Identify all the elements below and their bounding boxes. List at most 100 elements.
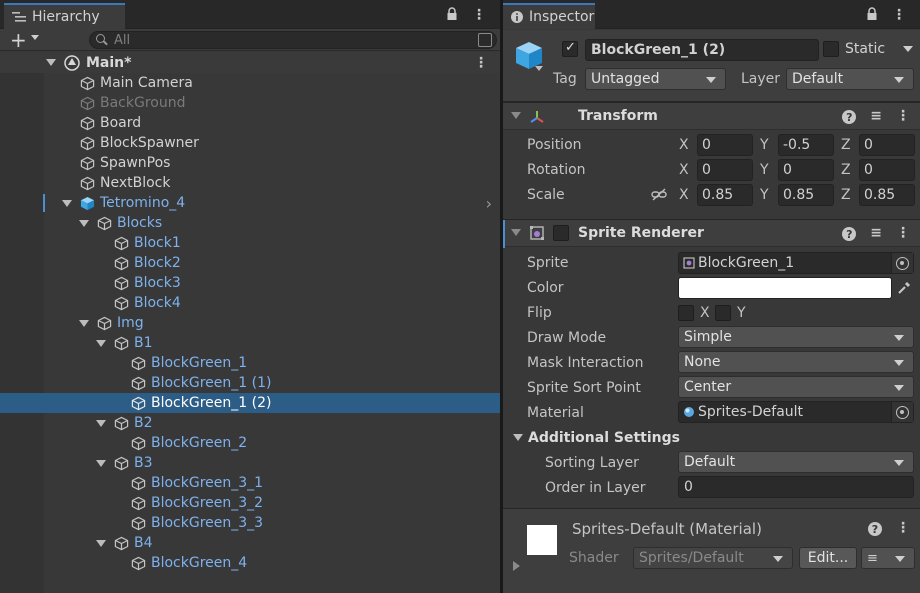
hierarchy-item[interactable]: B1 [0, 333, 500, 353]
scene-expand-triangle-icon[interactable] [46, 59, 56, 66]
static-dropdown-caret-icon[interactable] [903, 46, 913, 52]
sprite-sort-point-dropdown[interactable]: Center [678, 376, 914, 398]
transform-fold-icon[interactable] [511, 112, 521, 119]
hierarchy-item[interactable]: BlockGreen_2 [0, 433, 500, 453]
hierarchy-item[interactable]: Board [0, 113, 500, 133]
edit-shader-button[interactable]: Edit... [799, 547, 857, 569]
tab-hierarchy-label: Hierarchy [32, 9, 100, 25]
rotation-z-field[interactable]: 0 [859, 159, 915, 181]
scene-more-menu-icon[interactable]: ⋮ [474, 55, 488, 71]
hierarchy-item[interactable]: BlockGreen_3_3 [0, 513, 500, 533]
expand-triangle-icon[interactable] [96, 459, 106, 467]
shader-options-dropdown[interactable]: ≡ [861, 547, 915, 569]
layer-dropdown[interactable]: Default [786, 68, 914, 90]
eyedropper-icon[interactable] [896, 280, 912, 296]
sprite-renderer-fold-icon[interactable] [511, 229, 521, 236]
icon-dropdown-caret-icon[interactable] [535, 66, 543, 71]
component-more-menu-icon[interactable]: ⋮ [896, 225, 910, 241]
hierarchy-item[interactable]: Block2 [0, 253, 500, 273]
lock-icon[interactable] [866, 7, 878, 21]
hierarchy-item[interactable]: B2 [0, 413, 500, 433]
prefab-open-arrow-icon[interactable]: › [486, 194, 492, 213]
rotation-x-field[interactable]: 0 [697, 159, 753, 181]
sprite-object-field[interactable]: BlockGreen_1 [678, 252, 914, 274]
object-picker-icon[interactable] [896, 257, 909, 270]
expand-triangle-icon[interactable] [79, 319, 89, 327]
hierarchy-item[interactable]: Main Camera [0, 73, 500, 93]
position-x-field[interactable]: 0 [697, 134, 753, 156]
draw-mode-dropdown[interactable]: Simple [678, 326, 914, 348]
additional-settings-label[interactable]: Additional Settings [528, 430, 680, 446]
hierarchy-search-input[interactable]: All [89, 31, 497, 49]
add-button[interactable]: + [10, 30, 27, 50]
help-icon[interactable]: ? [868, 522, 882, 536]
search-options-icon[interactable] [478, 33, 492, 47]
flip-x-label: X [700, 305, 710, 321]
scene-row[interactable]: Main* ⋮ [0, 52, 500, 73]
expand-triangle-icon[interactable] [62, 199, 72, 207]
tab-inspector-label: Inspector [529, 9, 595, 25]
material-more-menu-icon[interactable]: ⋮ [896, 520, 910, 536]
presets-sliders-icon[interactable]: ≡ [870, 225, 882, 241]
material-object-field[interactable]: Sprites-Default [678, 401, 914, 423]
hierarchy-item[interactable]: B3 [0, 453, 500, 473]
hierarchy-item[interactable]: Block3 [0, 273, 500, 293]
rotation-y-field[interactable]: 0 [778, 159, 834, 181]
hierarchy-item[interactable]: SpawnPos [0, 153, 500, 173]
sprite-renderer-enabled-checkbox[interactable] [553, 225, 569, 241]
transform-header-icons: ? ≡ ⋮ [842, 108, 910, 124]
expand-triangle-icon[interactable] [96, 539, 106, 547]
tab-inspector[interactable]: Inspector [503, 3, 595, 29]
add-dropdown-caret-icon[interactable] [31, 35, 39, 40]
mask-interaction-dropdown[interactable]: None [678, 351, 914, 373]
active-checkbox[interactable] [562, 40, 578, 57]
lock-icon[interactable] [446, 7, 458, 21]
scale-y-field[interactable]: 0.85 [778, 184, 834, 206]
hierarchy-item[interactable]: BlockGreen_3_2 [0, 493, 500, 513]
hierarchy-item[interactable]: BlockGreen_1 [0, 353, 500, 373]
material-fold-icon[interactable] [513, 561, 520, 571]
additional-settings-fold-icon[interactable] [513, 434, 523, 441]
hierarchy-item[interactable]: BlockSpawner [0, 133, 500, 153]
tab-hierarchy[interactable]: Hierarchy [4, 3, 125, 29]
constrain-proportions-link-icon[interactable] [651, 188, 667, 202]
gameobject-cube-icon [131, 556, 146, 570]
hierarchy-item[interactable]: Block4 [0, 293, 500, 313]
component-more-menu-icon[interactable]: ⋮ [896, 108, 910, 124]
scale-z-field[interactable]: 0.85 [859, 184, 915, 206]
order-in-layer-field[interactable]: 0 [678, 476, 914, 498]
static-checkbox[interactable] [823, 41, 839, 57]
object-picker-icon[interactable] [896, 406, 909, 419]
hierarchy-item[interactable]: NextBlock [0, 173, 500, 193]
hierarchy-item[interactable]: Img [0, 313, 500, 333]
hierarchy-item[interactable]: BackGround [0, 93, 500, 113]
hierarchy-item[interactable]: BlockGreen_4 [0, 553, 500, 573]
expand-triangle-icon[interactable] [96, 419, 106, 427]
hierarchy-item[interactable]: BlockGreen_1 (1) [0, 373, 500, 393]
transform-header[interactable]: Transform ? ≡ ⋮ [503, 102, 920, 130]
position-y-field[interactable]: -0.5 [778, 134, 834, 156]
color-swatch[interactable] [678, 277, 892, 299]
expand-triangle-icon[interactable] [79, 219, 89, 227]
help-icon[interactable]: ? [842, 227, 857, 241]
expand-triangle-icon[interactable] [96, 339, 106, 347]
sorting-layer-dropdown[interactable]: Default [678, 451, 914, 473]
hierarchy-item[interactable]: B4 [0, 533, 500, 553]
hierarchy-item[interactable]: BlockGreen_3_1 [0, 473, 500, 493]
scale-x-field[interactable]: 0.85 [697, 184, 753, 206]
tag-dropdown[interactable]: Untagged [585, 68, 726, 90]
presets-sliders-icon[interactable]: ≡ [870, 108, 882, 124]
hierarchy-item[interactable]: Block1 [0, 233, 500, 253]
sprite-renderer-header[interactable]: Sprite Renderer ? ≡ ⋮ [503, 219, 920, 248]
gameobject-cube-icon [114, 296, 129, 310]
flip-y-checkbox[interactable] [715, 305, 731, 321]
hierarchy-more-menu-icon[interactable]: ⋮ [472, 7, 486, 23]
help-icon[interactable]: ? [842, 110, 857, 124]
position-z-field[interactable]: 0 [859, 134, 915, 156]
flip-x-checkbox[interactable] [678, 305, 694, 321]
inspector-more-menu-icon[interactable]: ⋮ [892, 7, 906, 23]
object-name-field[interactable]: BlockGreen_1 (2) [585, 39, 819, 61]
hierarchy-item[interactable]: Tetromino_4 › [0, 193, 500, 213]
hierarchy-item[interactable]: BlockGreen_1 (2) [0, 393, 500, 413]
hierarchy-item[interactable]: Blocks [0, 213, 500, 233]
